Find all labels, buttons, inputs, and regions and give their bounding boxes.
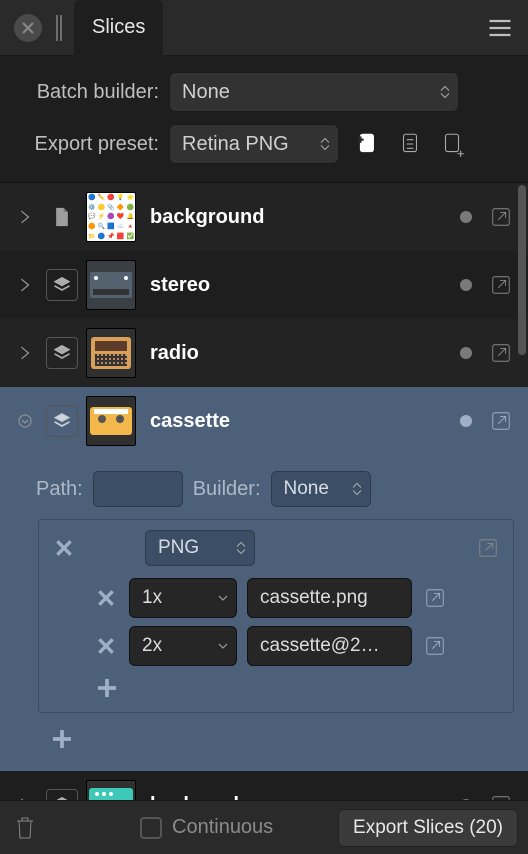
export-scale-button[interactable] bbox=[422, 633, 448, 659]
continuous-checkbox[interactable] bbox=[140, 817, 162, 839]
scale-row: 1x cassette.png bbox=[93, 578, 501, 618]
slice-row[interactable]: radio bbox=[0, 319, 528, 387]
tab-slices[interactable]: Slices bbox=[74, 0, 163, 56]
chevron-updown-icon bbox=[320, 138, 330, 151]
export-slice-button[interactable] bbox=[488, 340, 514, 366]
slice-row[interactable]: cassette bbox=[0, 387, 528, 455]
slice-row[interactable]: 🔵✏️🔴💡⭐ ⚙️🟡📎🔶🟢 💬⚡🟣❤️🔔 🟠🔍🟦☁️🔺 📁🔵📌🟥✅ backgr… bbox=[0, 183, 528, 251]
disclosure-button[interactable] bbox=[14, 410, 36, 432]
disclosure-button[interactable] bbox=[14, 342, 36, 364]
formats-box: PNG 1x bbox=[38, 519, 514, 713]
trash-button[interactable] bbox=[10, 811, 40, 845]
layer-icon bbox=[46, 337, 78, 369]
slice-name: radio bbox=[144, 342, 452, 365]
slice-thumbnail bbox=[86, 328, 136, 378]
builder-label: Builder: bbox=[193, 478, 261, 501]
preset-apply-icon[interactable] bbox=[353, 129, 383, 159]
slice-thumbnail: 🔵✏️🔴💡⭐ ⚙️🟡📎🔶🟢 💬⚡🟣❤️🔔 🟠🔍🟦☁️🔺 📁🔵📌🟥✅ bbox=[86, 192, 136, 242]
slice-name: stereo bbox=[144, 274, 452, 297]
remove-format-button[interactable] bbox=[51, 535, 77, 561]
chevron-down-icon bbox=[218, 595, 228, 601]
batch-builder-select[interactable]: None bbox=[169, 72, 459, 112]
scale-select[interactable]: 2x bbox=[129, 626, 237, 666]
layer-icon bbox=[46, 269, 78, 301]
options-area: Batch builder: None Export preset: Retin… bbox=[0, 56, 528, 183]
title-bar: Slices bbox=[0, 0, 528, 56]
slice-name: background bbox=[144, 206, 452, 229]
status-dot-icon bbox=[460, 211, 472, 223]
filename-field[interactable]: cassette@2… bbox=[247, 626, 412, 666]
batch-builder-label: Batch builder: bbox=[14, 81, 169, 104]
slice-list: 🔵✏️🔴💡⭐ ⚙️🟡📎🔶🟢 💬⚡🟣❤️🔔 🟠🔍🟦☁️🔺 📁🔵📌🟥✅ backgr… bbox=[0, 183, 528, 839]
filename-field[interactable]: cassette.png bbox=[247, 578, 412, 618]
preset-copy-icon[interactable] bbox=[395, 129, 425, 159]
close-panel-button[interactable] bbox=[14, 14, 42, 42]
preset-add-icon[interactable] bbox=[437, 129, 467, 159]
chevron-updown-icon bbox=[352, 483, 362, 496]
export-slice-button[interactable] bbox=[488, 204, 514, 230]
slice-detail-panel: Path: Builder: None PNG bbox=[0, 455, 528, 771]
footer-bar: Continuous Export Slices (20) bbox=[0, 800, 528, 854]
chevron-updown-icon bbox=[236, 542, 246, 555]
path-label: Path: bbox=[36, 478, 83, 501]
scrollbar[interactable] bbox=[518, 185, 526, 355]
continuous-label: Continuous bbox=[172, 816, 273, 839]
format-type-select[interactable]: PNG bbox=[145, 530, 255, 566]
builder-select[interactable]: None bbox=[271, 471, 371, 507]
slice-name: cassette bbox=[144, 410, 452, 433]
chevron-updown-icon bbox=[440, 86, 450, 99]
slice-thumbnail bbox=[86, 260, 136, 310]
tab-label: Slices bbox=[92, 16, 145, 39]
remove-scale-button[interactable] bbox=[93, 633, 119, 659]
export-slices-button[interactable]: Export Slices (20) bbox=[338, 809, 518, 847]
path-input[interactable] bbox=[93, 471, 183, 507]
status-dot-icon bbox=[460, 279, 472, 291]
chevron-down-icon bbox=[218, 643, 228, 649]
slice-row[interactable]: stereo bbox=[0, 251, 528, 319]
disclosure-button[interactable] bbox=[14, 206, 36, 228]
export-preset-label: Export preset: bbox=[14, 133, 169, 156]
slice-thumbnail bbox=[86, 396, 136, 446]
export-slice-button[interactable] bbox=[488, 408, 514, 434]
scale-row: 2x cassette@2… bbox=[93, 626, 501, 666]
status-dot-icon bbox=[460, 347, 472, 359]
disclosure-button[interactable] bbox=[14, 274, 36, 296]
remove-scale-button[interactable] bbox=[93, 585, 119, 611]
add-format-button[interactable] bbox=[48, 725, 76, 753]
export-preset-select[interactable]: Retina PNG bbox=[169, 124, 339, 164]
export-format-button[interactable] bbox=[475, 535, 501, 561]
layer-icon bbox=[46, 405, 78, 437]
panel-menu-button[interactable] bbox=[486, 14, 514, 47]
add-scale-button[interactable] bbox=[93, 674, 121, 702]
drag-handle-icon[interactable] bbox=[56, 15, 62, 41]
page-icon bbox=[46, 201, 78, 233]
export-scale-button[interactable] bbox=[422, 585, 448, 611]
scale-select[interactable]: 1x bbox=[129, 578, 237, 618]
status-dot-icon bbox=[460, 415, 472, 427]
export-slice-button[interactable] bbox=[488, 272, 514, 298]
